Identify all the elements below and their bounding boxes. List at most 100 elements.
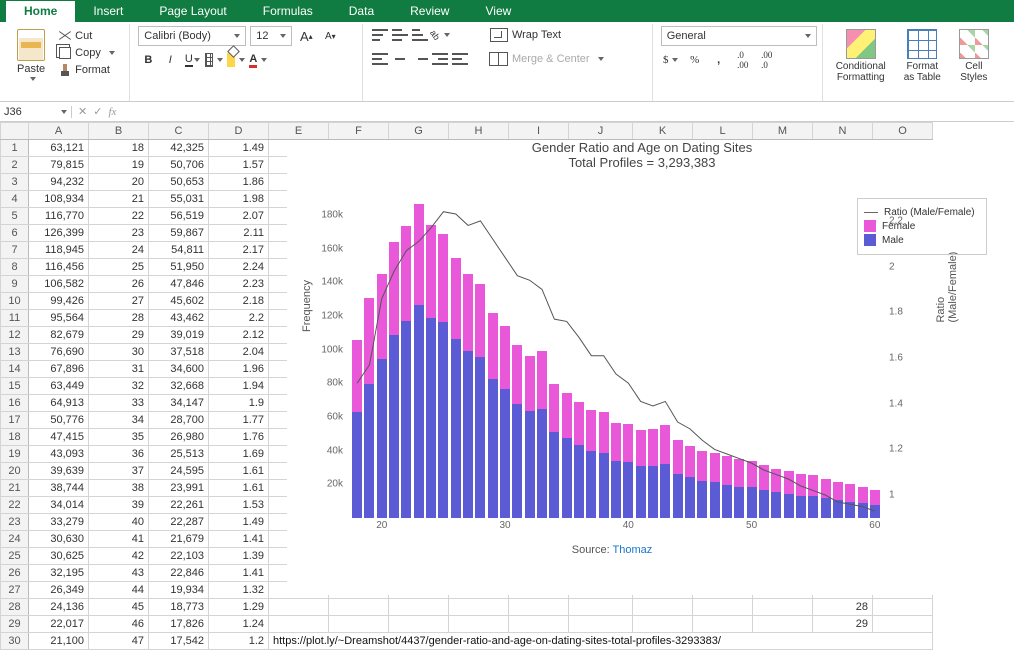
cell[interactable]: 1.49 bbox=[209, 140, 269, 157]
cell[interactable]: 20 bbox=[89, 174, 149, 191]
font-color-button[interactable]: A bbox=[248, 50, 268, 70]
cell[interactable]: 2.07 bbox=[209, 208, 269, 225]
cell[interactable]: 21 bbox=[89, 191, 149, 208]
cell[interactable]: 54,811 bbox=[149, 242, 209, 259]
cell[interactable]: 25 bbox=[89, 259, 149, 276]
cell[interactable]: 56,519 bbox=[149, 208, 209, 225]
row-header[interactable]: 16 bbox=[1, 395, 29, 412]
row-header[interactable]: 9 bbox=[1, 276, 29, 293]
decrease-font-button[interactable]: A▾ bbox=[320, 26, 340, 46]
cell[interactable]: 50,653 bbox=[149, 174, 209, 191]
cell[interactable]: 27 bbox=[89, 293, 149, 310]
cell[interactable]: 1.77 bbox=[209, 412, 269, 429]
cell[interactable]: 1.94 bbox=[209, 378, 269, 395]
cell[interactable]: 37 bbox=[89, 463, 149, 480]
cell[interactable]: 39,019 bbox=[149, 327, 209, 344]
tab-data[interactable]: Data bbox=[331, 1, 392, 22]
cell[interactable]: 33,279 bbox=[29, 514, 89, 531]
cell[interactable] bbox=[509, 616, 569, 633]
cell[interactable]: 50,776 bbox=[29, 412, 89, 429]
row-header[interactable]: 20 bbox=[1, 463, 29, 480]
cell[interactable]: 43,462 bbox=[149, 310, 209, 327]
cell[interactable]: 21,100 bbox=[29, 633, 89, 650]
cell[interactable] bbox=[269, 599, 329, 616]
col-header-B[interactable]: B bbox=[89, 123, 149, 140]
col-header-E[interactable]: E bbox=[269, 123, 329, 140]
row-header[interactable]: 27 bbox=[1, 582, 29, 599]
cell[interactable]: 51,950 bbox=[149, 259, 209, 276]
cell[interactable]: 36 bbox=[89, 446, 149, 463]
cell[interactable]: 23 bbox=[89, 225, 149, 242]
conditional-formatting-button[interactable]: Conditional Formatting bbox=[831, 26, 891, 86]
cell[interactable]: 24,136 bbox=[29, 599, 89, 616]
cell[interactable]: 38 bbox=[89, 480, 149, 497]
cell[interactable]: 50,706 bbox=[149, 157, 209, 174]
confirm-formula-icon[interactable]: ✓ bbox=[93, 105, 102, 118]
cell[interactable]: 42 bbox=[89, 548, 149, 565]
cell[interactable]: 44 bbox=[89, 582, 149, 599]
col-header-H[interactable]: H bbox=[449, 123, 509, 140]
source-link[interactable]: Thomaz bbox=[613, 544, 653, 556]
orientation-button[interactable]: ab bbox=[431, 26, 449, 44]
cell[interactable]: 22,261 bbox=[149, 497, 209, 514]
cell[interactable]: 26 bbox=[89, 276, 149, 293]
col-header-N[interactable]: N bbox=[813, 123, 873, 140]
row-header[interactable]: 25 bbox=[1, 548, 29, 565]
cell[interactable]: 1.96 bbox=[209, 361, 269, 378]
cell[interactable]: 32,668 bbox=[149, 378, 209, 395]
currency-button[interactable]: $ bbox=[661, 50, 681, 70]
col-header-A[interactable]: A bbox=[29, 123, 89, 140]
cell[interactable] bbox=[693, 616, 753, 633]
cell[interactable]: 25,513 bbox=[149, 446, 209, 463]
cell[interactable]: 41 bbox=[89, 531, 149, 548]
row-header[interactable]: 6 bbox=[1, 225, 29, 242]
row-header[interactable]: 11 bbox=[1, 310, 29, 327]
select-all-corner[interactable] bbox=[1, 123, 29, 140]
cell[interactable]: 28 bbox=[813, 599, 873, 616]
tab-review[interactable]: Review bbox=[392, 1, 467, 22]
row-header[interactable]: 10 bbox=[1, 293, 29, 310]
col-header-M[interactable]: M bbox=[753, 123, 813, 140]
cell[interactable]: 22,287 bbox=[149, 514, 209, 531]
row-header[interactable]: 2 bbox=[1, 157, 29, 174]
cancel-formula-icon[interactable]: ✕ bbox=[78, 105, 87, 118]
cell[interactable] bbox=[389, 616, 449, 633]
cell[interactable]: 47 bbox=[89, 633, 149, 650]
borders-button[interactable] bbox=[204, 50, 224, 70]
decrease-indent-button[interactable] bbox=[431, 50, 449, 68]
cell[interactable]: 1.29 bbox=[209, 599, 269, 616]
row-header[interactable]: 26 bbox=[1, 565, 29, 582]
cell[interactable]: 46 bbox=[89, 616, 149, 633]
cell[interactable]: 1.53 bbox=[209, 497, 269, 514]
cell[interactable]: 38,744 bbox=[29, 480, 89, 497]
row-header[interactable]: 18 bbox=[1, 429, 29, 446]
cell[interactable]: 45,602 bbox=[149, 293, 209, 310]
cell[interactable]: 39,639 bbox=[29, 463, 89, 480]
col-header-I[interactable]: I bbox=[509, 123, 569, 140]
row-header[interactable]: 13 bbox=[1, 344, 29, 361]
align-bottom-button[interactable] bbox=[411, 26, 429, 44]
cell[interactable]: 2.04 bbox=[209, 344, 269, 361]
percent-button[interactable]: % bbox=[685, 50, 705, 70]
row-header[interactable]: 23 bbox=[1, 514, 29, 531]
name-box[interactable]: J36 bbox=[0, 106, 72, 118]
cell[interactable]: 29 bbox=[813, 616, 873, 633]
cell[interactable]: 1.98 bbox=[209, 191, 269, 208]
bold-button[interactable]: B bbox=[138, 50, 158, 70]
cell[interactable]: 1.69 bbox=[209, 446, 269, 463]
cell[interactable]: 26,349 bbox=[29, 582, 89, 599]
copy-button[interactable]: Copy bbox=[54, 45, 120, 61]
cell[interactable]: 116,456 bbox=[29, 259, 89, 276]
cell[interactable]: 1.49 bbox=[209, 514, 269, 531]
row-header[interactable]: 12 bbox=[1, 327, 29, 344]
cell[interactable]: 116,770 bbox=[29, 208, 89, 225]
row-header[interactable]: 21 bbox=[1, 480, 29, 497]
cell[interactable]: 1.41 bbox=[209, 531, 269, 548]
cell[interactable]: 79,815 bbox=[29, 157, 89, 174]
cell[interactable]: 17,542 bbox=[149, 633, 209, 650]
increase-font-button[interactable]: A▴ bbox=[296, 26, 316, 46]
row-header[interactable]: 19 bbox=[1, 446, 29, 463]
cell[interactable] bbox=[633, 599, 693, 616]
cell[interactable]: 18 bbox=[89, 140, 149, 157]
merge-center-button[interactable]: Merge & Center bbox=[485, 50, 609, 68]
